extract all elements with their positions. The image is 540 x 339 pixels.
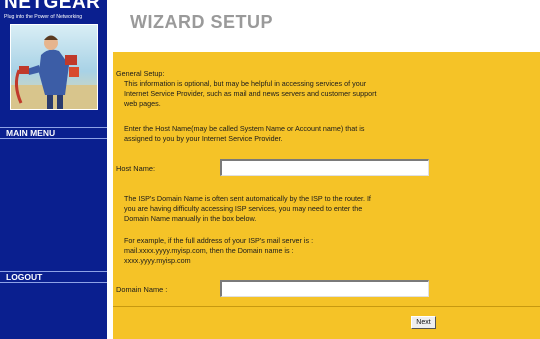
domain-hint-line2: you are having difficulty accessing ISP … <box>124 204 363 213</box>
intro-text-line1: This information is optional, but may be… <box>124 79 367 88</box>
host-name-input[interactable] <box>220 159 429 176</box>
example-line2: mail.xxxx.yyyy.myisp.com, then the Domai… <box>124 246 294 255</box>
domain-hint-line1: The ISP's Domain Name is often sent auto… <box>124 194 371 203</box>
general-setup-label: General Setup: <box>116 69 165 78</box>
host-hint-line2: assigned to you by your Internet Service… <box>124 134 283 143</box>
example-line1: For example, if the full address of your… <box>124 236 314 245</box>
intro-text-line3: web pages. <box>124 99 161 108</box>
hero-illustration <box>11 35 97 109</box>
logout-link[interactable]: LOGOUT <box>0 271 107 283</box>
form-divider <box>113 306 540 307</box>
sidebar: NETGEAR Plug into the Power of Networkin… <box>0 0 107 339</box>
domain-name-input[interactable] <box>220 280 429 297</box>
next-button[interactable]: Next <box>411 316 436 329</box>
intro-text-line2: Internet Service Provider, such as mail … <box>124 89 377 98</box>
host-name-label: Host Name: <box>116 164 156 173</box>
hero-image <box>10 24 98 110</box>
domain-hint-line3: Domain Name manually in the box below. <box>124 214 257 223</box>
example-line3: xxxx.yyyy.myisp.com <box>124 256 191 265</box>
main-menu-header: MAIN MENU <box>0 127 107 139</box>
host-hint-line1: Enter the Host Name(may be called System… <box>124 124 365 133</box>
brand-tagline: Plug into the Power of Networking <box>4 14 83 20</box>
page-title: WIZARD SETUP <box>130 12 273 32</box>
domain-name-label: Domain Name : <box>116 285 168 294</box>
netgear-logo: NETGEAR <box>4 0 101 13</box>
